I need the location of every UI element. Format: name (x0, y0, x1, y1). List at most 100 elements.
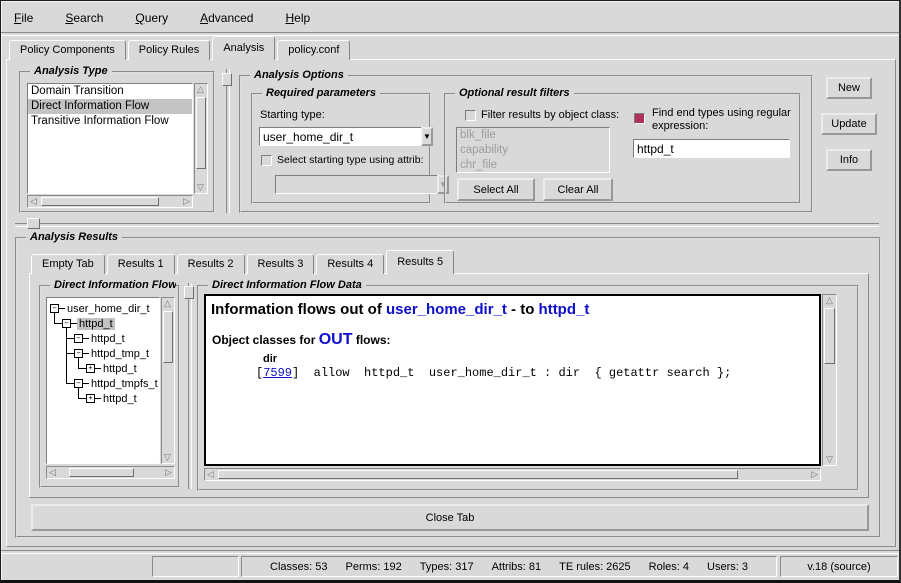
scroll-left-icon[interactable]: ◁ (47, 467, 58, 478)
tree-node-label[interactable]: httpd_tmp_t (89, 348, 151, 360)
object-class-name: dir (263, 353, 819, 365)
dropdown-arrow-icon[interactable]: ▼ (421, 127, 433, 146)
tab-policy-components[interactable]: Policy Components (9, 40, 126, 60)
tree-node-label[interactable]: httpd_tmpfs_t (89, 378, 160, 390)
scrollbar-thumb[interactable] (196, 97, 206, 169)
scrollbar-thumb[interactable] (163, 311, 173, 363)
status-users: Users: 3 (707, 561, 748, 573)
tree-connector-line (66, 353, 74, 354)
data-vertical-scrollbar[interactable]: △ ▽ (822, 294, 837, 466)
target-type: httpd_t (539, 301, 590, 318)
info-button[interactable]: Info (826, 149, 872, 171)
scroll-up-icon[interactable]: △ (195, 84, 206, 95)
tab-results-2[interactable]: Results 2 (177, 254, 245, 274)
results-pane-sash-handle[interactable] (27, 218, 40, 229)
scrollbar-thumb[interactable] (69, 468, 134, 477)
object-class-listbox: blk_file capability chr_file (456, 127, 610, 173)
scrollbar-thumb[interactable] (218, 470, 738, 479)
tree-node-label[interactable]: user_home_dir_t (65, 303, 152, 315)
tree-node-label[interactable]: httpd_t (101, 393, 139, 405)
top-pane-sash[interactable] (226, 69, 230, 213)
tree-expander-icon[interactable]: − (74, 334, 83, 343)
clear-all-button[interactable]: Clear All (543, 178, 613, 201)
regex-checkbox-label-line2: expression: (652, 120, 708, 132)
starting-type-input[interactable] (259, 127, 421, 146)
tree-vertical-scrollbar[interactable]: △ ▽ (161, 297, 175, 464)
scroll-up-icon[interactable]: △ (162, 298, 173, 309)
tree-row: − user_home_dir_t (50, 301, 152, 316)
attrib-checkbox[interactable] (261, 155, 272, 166)
status-classes: Classes: 53 (270, 561, 327, 573)
policy-version: v.18 (source) (807, 561, 870, 573)
data-horizontal-scrollbar[interactable]: ◁ ▷ (204, 468, 821, 481)
list-item[interactable]: Transitive Information Flow (28, 114, 192, 129)
te-rule-line: [7599] allow httpd_t user_home_dir_t : d… (256, 366, 819, 380)
regex-checkbox[interactable] (634, 113, 645, 124)
menu-search[interactable]: Search (56, 7, 112, 29)
scroll-down-icon[interactable]: ▽ (824, 454, 835, 465)
menu-file[interactable]: File (5, 7, 42, 29)
list-item[interactable]: Domain Transition (28, 84, 192, 99)
tab-analysis[interactable]: Analysis (212, 36, 275, 60)
menu-bar: File Search Query Advanced Help (5, 6, 895, 30)
menu-help[interactable]: Help (276, 7, 319, 29)
tree-expander-icon[interactable]: + (86, 364, 95, 373)
main-tab-bar: Policy Components Policy Rules Analysis … (9, 37, 352, 60)
tree-connector-line (54, 323, 62, 324)
tree-row: + httpd_t (86, 391, 139, 406)
tree-data-sash[interactable] (188, 283, 192, 489)
scroll-down-icon[interactable]: ▽ (162, 452, 173, 463)
menu-query[interactable]: Query (126, 7, 177, 29)
select-all-button[interactable]: Select All (457, 178, 535, 201)
top-pane-sash-handle[interactable] (222, 73, 232, 86)
close-tab-button[interactable]: Close Tab (31, 504, 869, 531)
tree-node-label-selected[interactable]: httpd_t (77, 318, 115, 330)
rule-id-link[interactable]: 7599 (263, 366, 292, 380)
tab-results-4[interactable]: Results 4 (316, 254, 384, 274)
analysis-type-title: Analysis Type (30, 65, 112, 77)
results-pane-sash[interactable] (15, 223, 879, 227)
flow-data-textarea[interactable]: Information flows out of user_home_dir_t… (204, 294, 821, 466)
tree-expander-icon[interactable]: − (62, 319, 71, 328)
tab-policy-conf[interactable]: policy.conf (277, 40, 350, 60)
tab-policy-rules[interactable]: Policy Rules (128, 40, 211, 60)
list-item-selected[interactable]: Direct Information Flow (28, 99, 192, 114)
tab-results-1[interactable]: Results 1 (107, 254, 175, 274)
tree-expander-icon[interactable]: − (74, 349, 83, 358)
regex-input[interactable] (633, 139, 790, 158)
filter-object-class-checkbox[interactable] (465, 110, 476, 121)
tree-expander-icon[interactable]: − (50, 304, 59, 313)
menu-advanced[interactable]: Advanced (191, 7, 262, 29)
scrollbar-thumb[interactable] (41, 197, 159, 206)
new-button[interactable]: New (826, 77, 872, 99)
tree-connector-line (78, 398, 86, 399)
update-button[interactable]: Update (821, 113, 877, 135)
scroll-right-icon[interactable]: ▷ (809, 469, 820, 480)
scroll-left-icon[interactable]: ◁ (205, 469, 216, 480)
tree-node-label[interactable]: httpd_t (101, 363, 139, 375)
analysis-type-horizontal-scrollbar[interactable]: ◁ ▷ (27, 195, 193, 208)
status-types: Types: 317 (420, 561, 474, 573)
tree-data-sash-handle[interactable] (184, 286, 194, 299)
tab-empty[interactable]: Empty Tab (31, 254, 105, 274)
status-empty-box (152, 556, 239, 577)
tree-row: + httpd_t (86, 361, 139, 376)
tree-expander-icon[interactable]: − (74, 379, 83, 388)
scroll-down-icon[interactable]: ▽ (195, 182, 206, 193)
analysis-type-vertical-scrollbar[interactable]: △ ▽ (194, 83, 208, 194)
scrollbar-thumb[interactable] (824, 308, 835, 364)
tab-results-5[interactable]: Results 5 (386, 250, 454, 274)
tree-expander-icon[interactable]: + (86, 394, 95, 403)
tree-row: − httpd_tmpfs_t (74, 376, 160, 391)
results-tab-bar: Empty Tab Results 1 Results 2 Results 3 … (31, 251, 456, 274)
list-item-disabled: capability (457, 143, 609, 158)
scroll-right-icon[interactable]: ▷ (181, 196, 192, 207)
tree-row: − httpd_t (74, 331, 127, 346)
scroll-right-icon[interactable]: ▷ (163, 467, 174, 478)
tree-horizontal-scrollbar[interactable]: ◁ ▷ (46, 466, 175, 479)
scroll-left-icon[interactable]: ◁ (28, 196, 39, 207)
attrib-checkbox-label: Select starting type using attrib: (277, 154, 424, 166)
tab-results-3[interactable]: Results 3 (247, 254, 315, 274)
scroll-up-icon[interactable]: △ (824, 295, 835, 306)
tree-node-label[interactable]: httpd_t (89, 333, 127, 345)
